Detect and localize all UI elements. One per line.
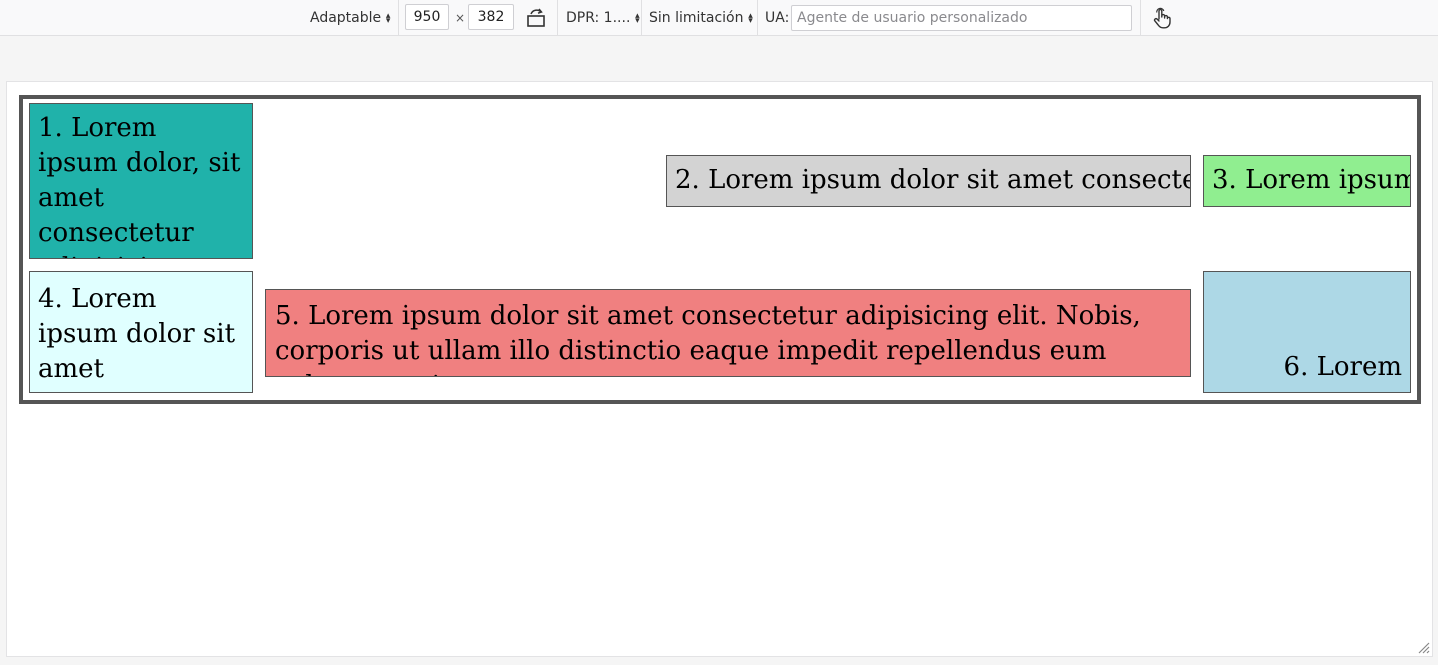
network-throttling-select[interactable]: Sin limitación ▴ ▾ [649, 0, 754, 36]
responsive-viewport: 1. Lorem ipsum dolor, sit amet consectet… [6, 81, 1433, 657]
flex-item-5: 5. Lorem ipsum dolor sit amet consectetu… [265, 289, 1191, 377]
flex-item-6: 6. Lorem [1203, 271, 1411, 393]
dpr-select[interactable]: DPR: 1.... ▴ ▾ [566, 0, 640, 36]
device-select-label: Adaptable [310, 10, 382, 26]
flex-item-6-label: 6. Lorem [1283, 352, 1402, 382]
flex-item-2: 2. Lorem ipsum dolor sit amet consectetu… [666, 155, 1191, 207]
dpr-select-label: DPR: 1.... [566, 10, 631, 26]
select-arrows-icon: ▴ ▾ [635, 11, 640, 26]
resize-handle-icon[interactable] [1416, 640, 1430, 654]
throttling-select-label: Sin limitación [649, 10, 744, 26]
user-agent-input[interactable] [791, 5, 1132, 31]
flex-item-4: 4. Lorem ipsum dolor sit amet consectetu… [29, 271, 253, 393]
flex-item-1: 1. Lorem ipsum dolor, sit amet consectet… [29, 103, 253, 259]
divider [1140, 0, 1141, 36]
responsive-design-toolbar: Adaptable ▴▾ × DPR: 1.... ▴▾ Sin limitac… [0, 0, 1438, 36]
device-select[interactable]: Adaptable ▴ ▾ [310, 0, 391, 36]
rotate-icon[interactable] [524, 6, 548, 30]
dimension-separator: × [455, 11, 466, 25]
touch-hand-icon[interactable] [1150, 6, 1174, 30]
divider [757, 0, 758, 36]
viewport-width-input[interactable] [405, 4, 449, 30]
viewport-height-input[interactable] [468, 4, 514, 30]
divider [641, 0, 642, 36]
divider [398, 0, 399, 36]
flex-item-3: 3. Lorem ipsum [1203, 155, 1411, 207]
divider [557, 0, 558, 36]
select-arrows-icon: ▴ ▾ [748, 11, 753, 26]
ua-label: UA: [765, 10, 790, 26]
select-arrows-icon: ▴ ▾ [385, 11, 391, 26]
flex-container: 1. Lorem ipsum dolor, sit amet consectet… [19, 95, 1421, 404]
